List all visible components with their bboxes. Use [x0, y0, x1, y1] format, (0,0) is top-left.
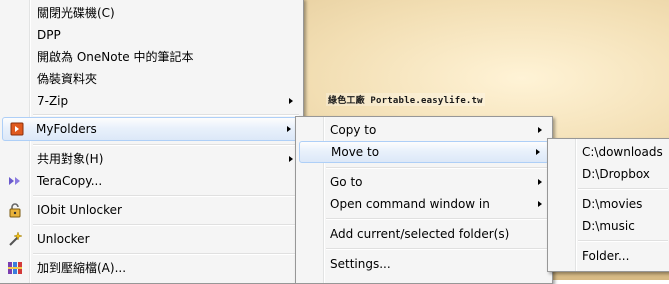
menu-item-iobit-unlocker[interactable]: IObit Unlocker: [1, 199, 301, 221]
menu-separator: [578, 240, 668, 242]
menu-separator: [326, 248, 548, 250]
menu-item-teracopy[interactable]: TeraCopy...: [1, 170, 301, 192]
myfolders-icon: [9, 121, 25, 137]
menu-item-label: 7-Zip: [37, 94, 69, 108]
submenu-arrow-icon: [538, 127, 542, 133]
menu-item-copy-to[interactable]: Copy to: [298, 119, 550, 141]
submenu-arrow-icon: [287, 126, 291, 132]
menu-item-label: IObit Unlocker: [37, 203, 122, 217]
context-menu-myfolders: Copy to Move to Go to Open command windo…: [295, 116, 553, 284]
menu-item-label: DPP: [37, 28, 61, 42]
menu-separator: [33, 144, 299, 146]
menu-item-add-current-folder[interactable]: Add current/selected folder(s): [298, 223, 550, 245]
menu-item-label: Move to: [331, 145, 380, 159]
menu-item-folder-d-movies[interactable]: D:\movies: [550, 193, 669, 215]
menu-item-label: D:\Dropbox: [582, 167, 650, 181]
menu-item-add-to-archive[interactable]: 加到壓縮檔(A)...: [1, 257, 301, 279]
menu-item-unlocker[interactable]: Unlocker: [1, 228, 301, 250]
submenu-arrow-icon: [536, 149, 540, 155]
menu-item-label: Go to: [330, 175, 363, 189]
menu-item-label: Add current/selected folder(s): [330, 227, 510, 241]
menu-separator: [33, 114, 299, 116]
menu-separator: [33, 195, 299, 197]
menu-separator: [578, 188, 668, 190]
menu-item-eject-disc[interactable]: 關閉光碟機(C): [1, 2, 301, 24]
menu-item-label: Folder...: [582, 249, 630, 263]
menu-item-label: C:\downloads: [582, 145, 663, 159]
menu-item-dpp[interactable]: DPP: [1, 24, 301, 46]
padlock-icon: [7, 202, 23, 218]
menu-item-settings[interactable]: Settings...: [298, 253, 550, 275]
menu-item-share-with[interactable]: 共用對象(H): [1, 148, 301, 170]
menu-item-label: 開啟為 OneNote 中的筆記本: [37, 50, 194, 64]
menu-item-label: Unlocker: [37, 232, 90, 246]
menu-item-label: 加到壓縮檔(A)...: [37, 261, 127, 275]
teracopy-icon: [7, 173, 23, 189]
context-menu-main: 關閉光碟機(C) DPP 開啟為 OneNote 中的筆記本 偽裝資料夾 7-Z…: [0, 0, 304, 284]
menu-item-label: 共用對象(H): [37, 152, 104, 166]
menu-item-move-to[interactable]: Move to: [299, 141, 549, 163]
menu-item-folder-d-dropbox[interactable]: D:\Dropbox: [550, 163, 669, 185]
submenu-arrow-icon: [538, 201, 542, 207]
menu-item-label: TeraCopy...: [37, 174, 103, 188]
menu-separator: [326, 218, 548, 220]
menu-item-label: D:\movies: [582, 197, 643, 211]
menu-separator: [326, 167, 548, 169]
menu-item-folder-d-music[interactable]: D:\music: [550, 215, 669, 237]
context-menu-move-to: C:\downloads D:\Dropbox D:\movies D:\mus…: [547, 138, 669, 272]
menu-item-open-command-window[interactable]: Open command window in: [298, 193, 550, 215]
menu-item-label: 偽裝資料夾: [37, 72, 98, 86]
magic-wand-icon: [7, 231, 23, 247]
menu-item-folder-browse[interactable]: Folder...: [550, 245, 669, 267]
watermark-text: 綠色工廠 Portable.easylife.tw: [326, 93, 485, 106]
menu-item-label: 關閉光碟機(C): [37, 6, 115, 20]
menu-separator: [33, 224, 299, 226]
menu-item-go-to[interactable]: Go to: [298, 171, 550, 193]
submenu-arrow-icon: [289, 156, 293, 162]
submenu-arrow-icon: [538, 179, 542, 185]
menu-item-label: D:\music: [582, 219, 635, 233]
menu-item-7zip[interactable]: 7-Zip: [1, 90, 301, 112]
submenu-arrow-icon: [289, 98, 293, 104]
menu-item-disguise-folder[interactable]: 偽裝資料夾: [1, 68, 301, 90]
menu-item-open-onenote[interactable]: 開啟為 OneNote 中的筆記本: [1, 46, 301, 68]
menu-item-label: Copy to: [330, 123, 377, 137]
winrar-archive-icon: [7, 260, 23, 276]
menu-separator: [33, 253, 299, 255]
menu-item-label: Open command window in: [330, 197, 490, 211]
menu-item-label: Settings...: [330, 257, 391, 271]
menu-item-myfolders[interactable]: MyFolders: [2, 117, 300, 141]
menu-item-folder-c-downloads[interactable]: C:\downloads: [550, 141, 669, 163]
menu-item-label: MyFolders: [36, 122, 97, 136]
